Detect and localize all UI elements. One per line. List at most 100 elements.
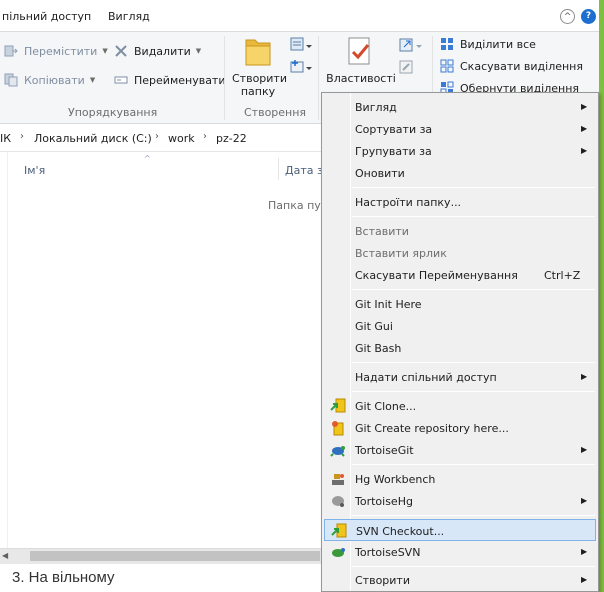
scroll-left-icon[interactable]: ◀ [2, 550, 14, 562]
menu-item-paste[interactable]: Вставити [324, 220, 596, 242]
tortoisesvn-icon [332, 548, 345, 557]
move-to-label: Перемістити [24, 44, 98, 58]
open-button[interactable] [398, 36, 424, 54]
column-header-name[interactable]: Ім'я [24, 164, 45, 177]
menu-item-label: TortoiseGit [355, 444, 414, 457]
move-to-button[interactable]: Перемістити ▼ [4, 42, 108, 60]
select-none-button[interactable]: Скасувати виділення [440, 57, 583, 75]
copy-to-icon [4, 73, 18, 87]
delete-caret-icon: ▼ [195, 47, 202, 55]
menu-item-label: Hg Workbench [355, 473, 436, 486]
menu-item-label: Вигляд [355, 101, 397, 114]
tab-view[interactable]: Вигляд [108, 10, 150, 23]
select-none-icon [440, 59, 454, 73]
menu-item-give-access[interactable]: Надати спільний доступ ▶ [324, 366, 596, 388]
menu-item-customize-folder[interactable]: Настроїти папку... [324, 191, 596, 213]
edit-icon [399, 60, 413, 74]
select-all-icon [441, 38, 453, 50]
menu-item-label: Настроїти папку... [355, 196, 462, 209]
new-folder-button[interactable]: Створити папку [232, 34, 287, 100]
ribbon-separator [318, 36, 319, 120]
context-menu: Вигляд ▶ Сортувати за ▶ Групувати за ▶ О… [321, 92, 599, 592]
navigation-pane-edge[interactable] [0, 152, 8, 548]
properties-label: Властивості [326, 72, 396, 85]
menu-item-hg-workbench[interactable]: Hg Workbench [324, 468, 596, 490]
ribbon-tab-strip: пільний доступ Вигляд ^ ? [0, 0, 604, 32]
breadcrumb-chevron-icon[interactable]: › [20, 131, 24, 142]
open-icon [399, 38, 422, 52]
new-item-icon [290, 37, 312, 51]
menu-item-git-create-repo[interactable]: Git Create repository here... [324, 417, 596, 439]
menu-item-label: TortoiseSVN [355, 546, 421, 559]
menu-item-git-gui[interactable]: Git Gui [324, 315, 596, 337]
copy-to-caret-icon: ▼ [89, 76, 96, 84]
menu-item-group-by[interactable]: Групувати за ▶ [324, 140, 596, 162]
menu-separator [352, 566, 595, 567]
tortoisehg-icon [332, 496, 344, 507]
submenu-arrow-icon: ▶ [581, 102, 588, 111]
menu-item-label: Оновити [355, 167, 405, 180]
submenu-arrow-icon: ▶ [581, 372, 588, 381]
collapse-ribbon-icon[interactable]: ^ [560, 9, 575, 24]
menu-item-tortoisehg[interactable]: TortoiseHg ▶ [324, 490, 596, 512]
breadcrumb-pz-22[interactable]: pz-22 [216, 132, 247, 145]
properties-icon [348, 37, 370, 65]
menu-item-shortcut: Ctrl+Z [544, 269, 581, 282]
breadcrumb-local-disk[interactable]: Локальний диск (C:) [34, 132, 152, 145]
new-folder-icon [245, 39, 271, 66]
help-icon[interactable]: ? [581, 9, 596, 24]
menu-item-svn-checkout[interactable]: SVN Checkout... [324, 519, 596, 541]
svn-checkout-icon [331, 523, 347, 538]
menu-separator [352, 216, 595, 217]
menu-item-git-clone[interactable]: Git Clone... [324, 395, 596, 417]
menu-item-refresh[interactable]: Оновити [324, 162, 596, 184]
easy-access-icon [290, 60, 312, 73]
menu-item-tortoisesvn[interactable]: TortoiseSVN ▶ [324, 541, 596, 563]
breadcrumb-chevron-icon[interactable]: › [203, 131, 207, 142]
menu-item-git-bash[interactable]: Git Bash [324, 337, 596, 359]
select-all-button[interactable]: Виділити все [440, 35, 536, 53]
menu-item-tortoisegit[interactable]: TortoiseGit ▶ [324, 439, 596, 461]
submenu-arrow-icon: ▶ [581, 547, 588, 556]
new-folder-label-line2: папку [240, 85, 276, 98]
menu-item-label: Git Clone... [355, 400, 417, 413]
git-create-repo-icon [332, 421, 344, 436]
submenu-arrow-icon: ▶ [581, 575, 588, 584]
rename-button[interactable]: Перейменувати [114, 71, 226, 89]
select-all-label: Виділити все [460, 37, 536, 51]
column-divider[interactable] [278, 158, 279, 180]
select-none-label: Скасувати виділення [460, 59, 583, 73]
tab-share[interactable]: пільний доступ [2, 10, 91, 23]
easy-access-button[interactable] [290, 58, 312, 76]
delete-button[interactable]: Видалити ▼ [114, 42, 201, 60]
properties-button[interactable]: Властивості [326, 34, 396, 90]
new-group-label: Створення [244, 106, 307, 119]
copy-to-label: Копіювати [24, 73, 85, 87]
menu-separator [352, 515, 595, 516]
hg-workbench-icon [332, 474, 344, 485]
breadcrumb-chevron-icon[interactable]: › [155, 131, 159, 142]
sort-ascending-icon: ^ [144, 154, 151, 163]
menu-item-label: Створити [355, 574, 410, 587]
menu-item-paste-shortcut[interactable]: Вставити ярлик [324, 242, 596, 264]
menu-item-label: Git Bash [355, 342, 402, 355]
move-to-caret-icon: ▼ [102, 47, 108, 55]
edit-button[interactable] [398, 58, 424, 76]
menu-item-new[interactable]: Створити ▶ [324, 569, 596, 591]
menu-item-label: Git Init Here [355, 298, 422, 311]
delete-label: Видалити [134, 44, 191, 58]
menu-item-sort-by[interactable]: Сортувати за ▶ [324, 118, 596, 140]
submenu-arrow-icon: ▶ [581, 124, 588, 133]
horizontal-scrollbar-thumb[interactable] [30, 551, 320, 561]
delete-icon [115, 45, 127, 57]
new-item-button[interactable] [290, 36, 312, 54]
copy-to-button[interactable]: Копіювати ▼ [4, 71, 95, 89]
menu-item-undo-rename[interactable]: Скасувати Перейменування Ctrl+Z [324, 264, 596, 286]
breadcrumb-work[interactable]: work [168, 132, 195, 145]
menu-item-view[interactable]: Вигляд ▶ [324, 96, 596, 118]
menu-item-label: Git Gui [355, 320, 393, 333]
menu-item-git-init[interactable]: Git Init Here [324, 293, 596, 315]
new-folder-label-line1: Створити [232, 72, 287, 85]
menu-item-label: Сортувати за [355, 123, 433, 136]
breadcrumb-computer[interactable]: ІК [0, 132, 11, 145]
